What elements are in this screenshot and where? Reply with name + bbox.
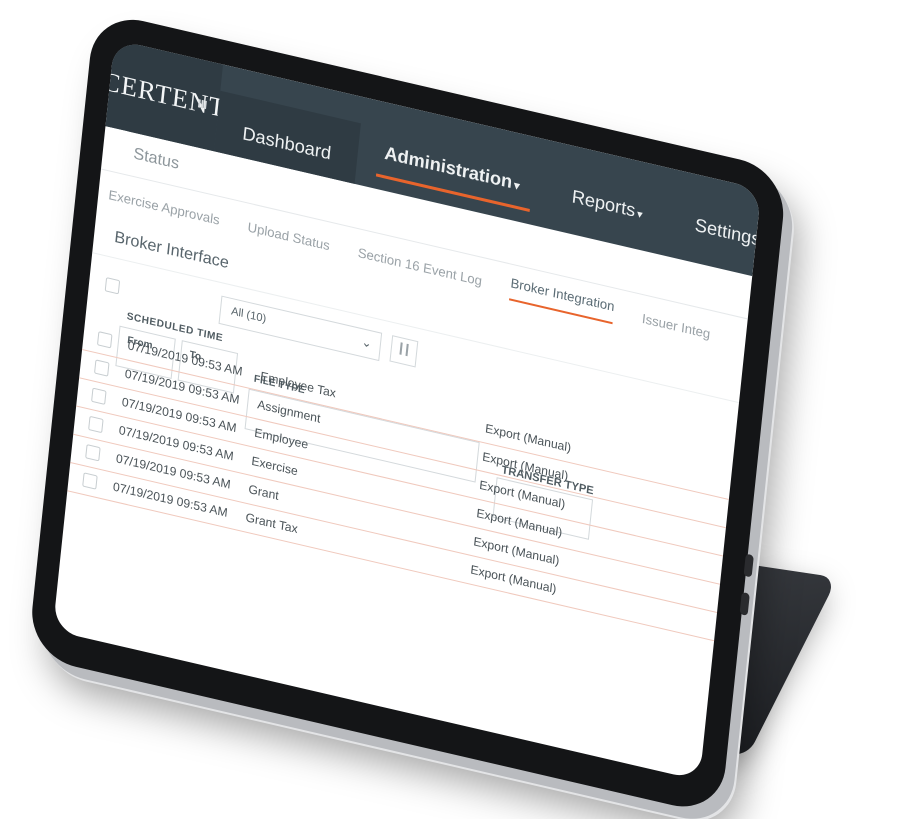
columns-icon [397,341,411,362]
file-type-cell: Grant [247,481,280,503]
row-checkbox[interactable] [96,331,113,349]
row-checkbox[interactable] [85,444,101,462]
nav-settings-label: Settings [694,214,762,250]
nav-dashboard-label: Dashboard [241,122,333,164]
select-value: All (10) [230,305,267,326]
row-checkbox[interactable] [88,415,104,434]
file-type-cell: Exercise [250,453,299,479]
chevron-down-icon: ▾ [636,208,644,222]
file-type-cell: Grant Tax [244,510,299,537]
chevron-down-icon: ⌄ [360,334,373,351]
row-checkbox[interactable] [93,359,110,377]
tab-issuer-integration[interactable]: Issuer Integ [641,310,711,341]
tablet-device: CERTENT Dashboard Administration▾ Report… [27,10,788,817]
tab-upload-status[interactable]: Upload Status [247,219,331,253]
select-all-checkbox[interactable] [104,277,121,295]
row-checkbox[interactable] [91,387,107,405]
row-checkbox[interactable] [82,472,98,490]
logo-mark-icon [197,84,210,110]
chevron-down-icon: ▾ [513,179,521,193]
file-type-cell: Employee [253,425,309,452]
column-chooser-button[interactable] [389,335,419,368]
nav-administration-label: Administration [383,142,514,193]
status-label: Status [132,145,180,173]
nav-reports-label: Reports [570,185,637,221]
